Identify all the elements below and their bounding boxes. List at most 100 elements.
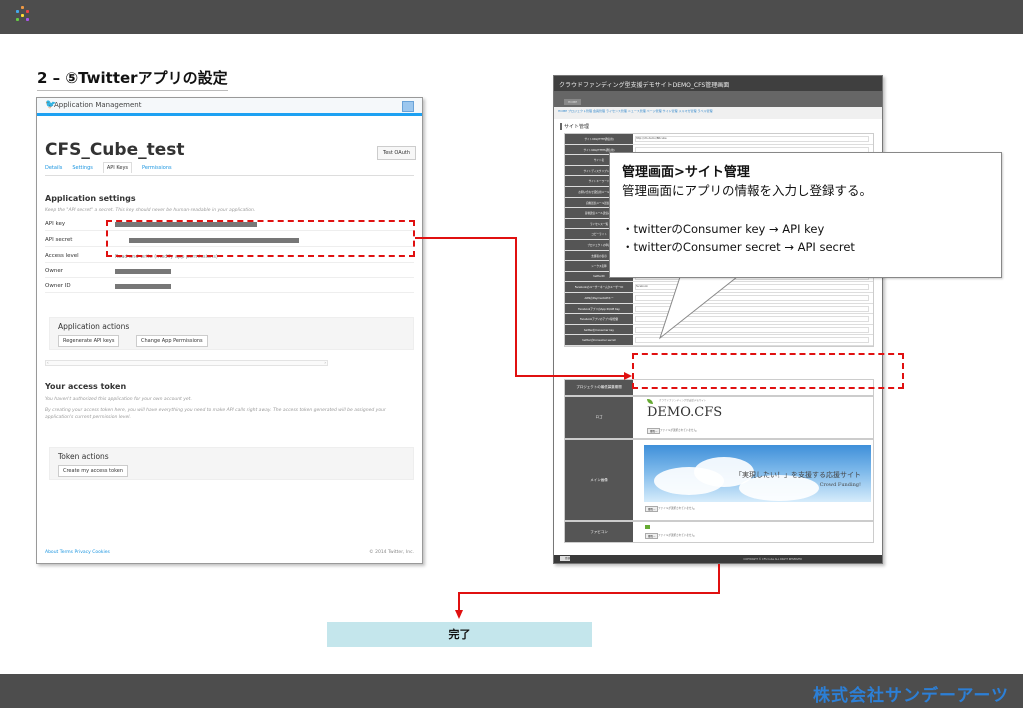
main-image-sky: 「実現したい！」を支援する応援サイト Crowd Funding! [644, 445, 871, 502]
cfs-menu-bar: HOME [554, 91, 882, 107]
owner-label: Owner [45, 268, 63, 274]
owner-id-row: Owner ID [45, 281, 414, 293]
favicon-label: ファビコン [565, 522, 633, 542]
api-key-label: API key [45, 221, 66, 227]
site-settings-input[interactable] [635, 294, 869, 301]
owner-id-label: Owner ID [45, 283, 71, 289]
tab-api-keys[interactable]: API Keys [102, 162, 133, 173]
cfs-home-tab[interactable]: HOME [564, 99, 582, 105]
twitter-header-title: Application Management [54, 101, 142, 109]
application-actions-panel: Application actions Regenerate API keys … [49, 317, 414, 350]
access-token-note: You haven't authorized this application … [45, 397, 192, 402]
callout-title: 管理画面>サイト管理 [622, 165, 750, 180]
site-settings-row: サイトURL(HTTP通信用) http://cfs.demo/BRcube [565, 134, 873, 145]
change-app-permissions-button[interactable]: Change App Permissions [136, 335, 208, 347]
site-settings-row-label: FacebookアプリのApp ID/API Key [565, 303, 633, 314]
api-secret-label: API secret [45, 237, 73, 243]
leaf-icon [647, 399, 653, 404]
scroll-left-icon[interactable]: ‹ [47, 360, 49, 365]
access-level-label: Access level [45, 253, 79, 259]
cfs-page-title: サイト管理 [560, 123, 589, 130]
slide: { "slide": { "heading": "2 – ⑤Twitterアプリ… [0, 0, 1023, 708]
favicon-file-button[interactable]: 参照... [645, 533, 659, 539]
site-settings-row-label: twitterのConsumer key [565, 324, 633, 335]
twitter-header: 🐦 Application Management [37, 98, 422, 116]
twitter-footer: About Terms Privacy Cookies © 2014 Twitt… [45, 550, 414, 555]
footer-link-cookies[interactable]: Cookies [92, 550, 110, 555]
token-actions-title: Token actions [58, 452, 109, 461]
access-token-description: By creating your access token here, you … [45, 408, 386, 420]
site-settings-row: AWSのPaymentAPIキー [565, 292, 873, 304]
main-image-text2: Crowd Funding! [819, 482, 861, 488]
footer-link-about[interactable]: About [45, 550, 58, 555]
settings-note: Keep the "API secret" a secret. This key… [45, 208, 256, 213]
test-oauth-button[interactable]: Test OAuth [376, 146, 416, 160]
account-menu-icon[interactable] [402, 101, 414, 112]
site-settings-input[interactable] [635, 284, 869, 291]
arrow-head-down [455, 610, 463, 619]
main-image-text1: 「実現したい！」を支援する応援サイト [735, 471, 861, 479]
callout-box: 管理画面>サイト管理 管理画面にアプリの情報を入力し登録する。 ・twitter… [609, 152, 1002, 278]
site-settings-input[interactable] [635, 337, 869, 344]
main-image-file-button[interactable]: 参照... [645, 506, 659, 512]
site-settings-row-label: サイトURL(HTTP通信用) [565, 134, 633, 144]
logo-icon [15, 6, 31, 24]
callout-bullet-consumer-key: ・twitterのConsumer key → API key [622, 222, 825, 236]
site-settings-row: twitterのConsumer secret [565, 335, 873, 346]
regenerate-api-keys-button[interactable]: Regenerate API keys [58, 335, 120, 347]
favicon-icon [645, 525, 650, 529]
site-settings-row-value: http://cfs.demo/BRcube [636, 137, 667, 140]
site-settings-input[interactable] [635, 305, 869, 312]
site-settings-row-label: Facebookアプリのアプリ秘密鍵 [565, 314, 633, 324]
callout-description: 管理画面にアプリの情報を入力し登録する。 [622, 183, 873, 198]
owner-row: Owner [45, 266, 414, 278]
logo-file-note: ファイルが選択されていません。 [660, 429, 699, 432]
page-title: 2 – ⑤Twitterアプリの設定 [37, 69, 228, 91]
twitter-app-screenshot: 🐦 Application Management CFS_Cube_test T… [36, 97, 423, 564]
horizontal-scrollbar[interactable]: ‹ › [45, 360, 328, 366]
app-name: CFS_Cube_test [45, 140, 185, 160]
footer-copyright: © 2014 Twitter, Inc. [369, 550, 414, 555]
logo-label: ロゴ [565, 397, 633, 438]
site-settings-row-label: FacebookのユーザーネームかユーザーID [565, 282, 633, 292]
site-settings-input[interactable] [635, 316, 869, 323]
tab-permissions[interactable]: Permissions [142, 165, 172, 173]
tab-settings[interactable]: Settings [72, 165, 93, 173]
tab-details[interactable]: Details [45, 165, 62, 173]
site-settings-row: FacebookアプリのApp ID/API Key [565, 303, 873, 315]
application-actions-title: Application actions [58, 322, 130, 331]
site-settings-input[interactable] [635, 136, 869, 142]
logo-row: ロゴ クラウドファンディング型支援デモサイト DEMO.CFS 参照... ファ… [564, 396, 874, 439]
main-image-label: メイン画像 [565, 440, 633, 520]
top-bar [0, 0, 1023, 34]
footer-link-privacy[interactable]: Privacy [74, 550, 90, 555]
main-image-row: メイン画像 「実現したい！」を支援する応援サイト Crowd Funding! … [564, 439, 874, 521]
settings-title: Application settings [45, 194, 136, 203]
demo-logo-text: DEMO.CFS [647, 405, 723, 420]
favicon-file-note: ファイルが選択されていません。 [658, 534, 697, 537]
site-settings-input[interactable] [635, 326, 869, 333]
app-tabs: Details Settings API Keys Permissions [45, 162, 172, 173]
min-period-label: プロジェクトの最低募集期間 [565, 380, 633, 395]
main-image-file-note: ファイルが選択されていません。 [658, 507, 697, 510]
redacted-value [115, 269, 171, 274]
logo-file-button[interactable]: 参照... [647, 428, 661, 434]
scroll-right-icon[interactable]: › [324, 360, 326, 365]
tab-divider [45, 175, 414, 176]
company-name: 株式会社サンデーアーツ [813, 686, 1009, 706]
register-button[interactable]: 登録 [560, 556, 570, 561]
cfs-header-title: クラウドファンディング型支援デモサイトDEMO_CFS管理画面 [554, 76, 882, 91]
cfs-footer: 登録 COPYRIGHT © CFS Cube ALL RIGHT RESERV… [554, 555, 882, 563]
access-token-title: Your access token [45, 382, 127, 391]
favicon-row: ファビコン 参照... ファイルが選択されていません。 [564, 521, 874, 543]
arrow-cfs-to-done [458, 564, 720, 612]
done-box: 完了 [327, 622, 592, 647]
demo-logo-sub: クラウドファンディング型支援デモサイト [659, 399, 707, 402]
token-actions-panel: Token actions Create my access token [49, 447, 414, 480]
site-settings-row-label: AWSのPaymentAPIキー [565, 292, 633, 303]
site-settings-row: FacebookのユーザーネームかユーザーID facebook [565, 282, 873, 293]
footer-link-terms[interactable]: Terms [60, 550, 73, 555]
create-access-token-button[interactable]: Create my access token [58, 465, 129, 477]
cfs-sub-nav[interactable]: HOME プロジェクト管理 会員管理 ライセンス管理 ニュース管理 ページ管理 … [554, 107, 882, 119]
cfs-admin-screenshot: クラウドファンディング型支援デモサイトDEMO_CFS管理画面 HOME HOM… [553, 75, 883, 564]
